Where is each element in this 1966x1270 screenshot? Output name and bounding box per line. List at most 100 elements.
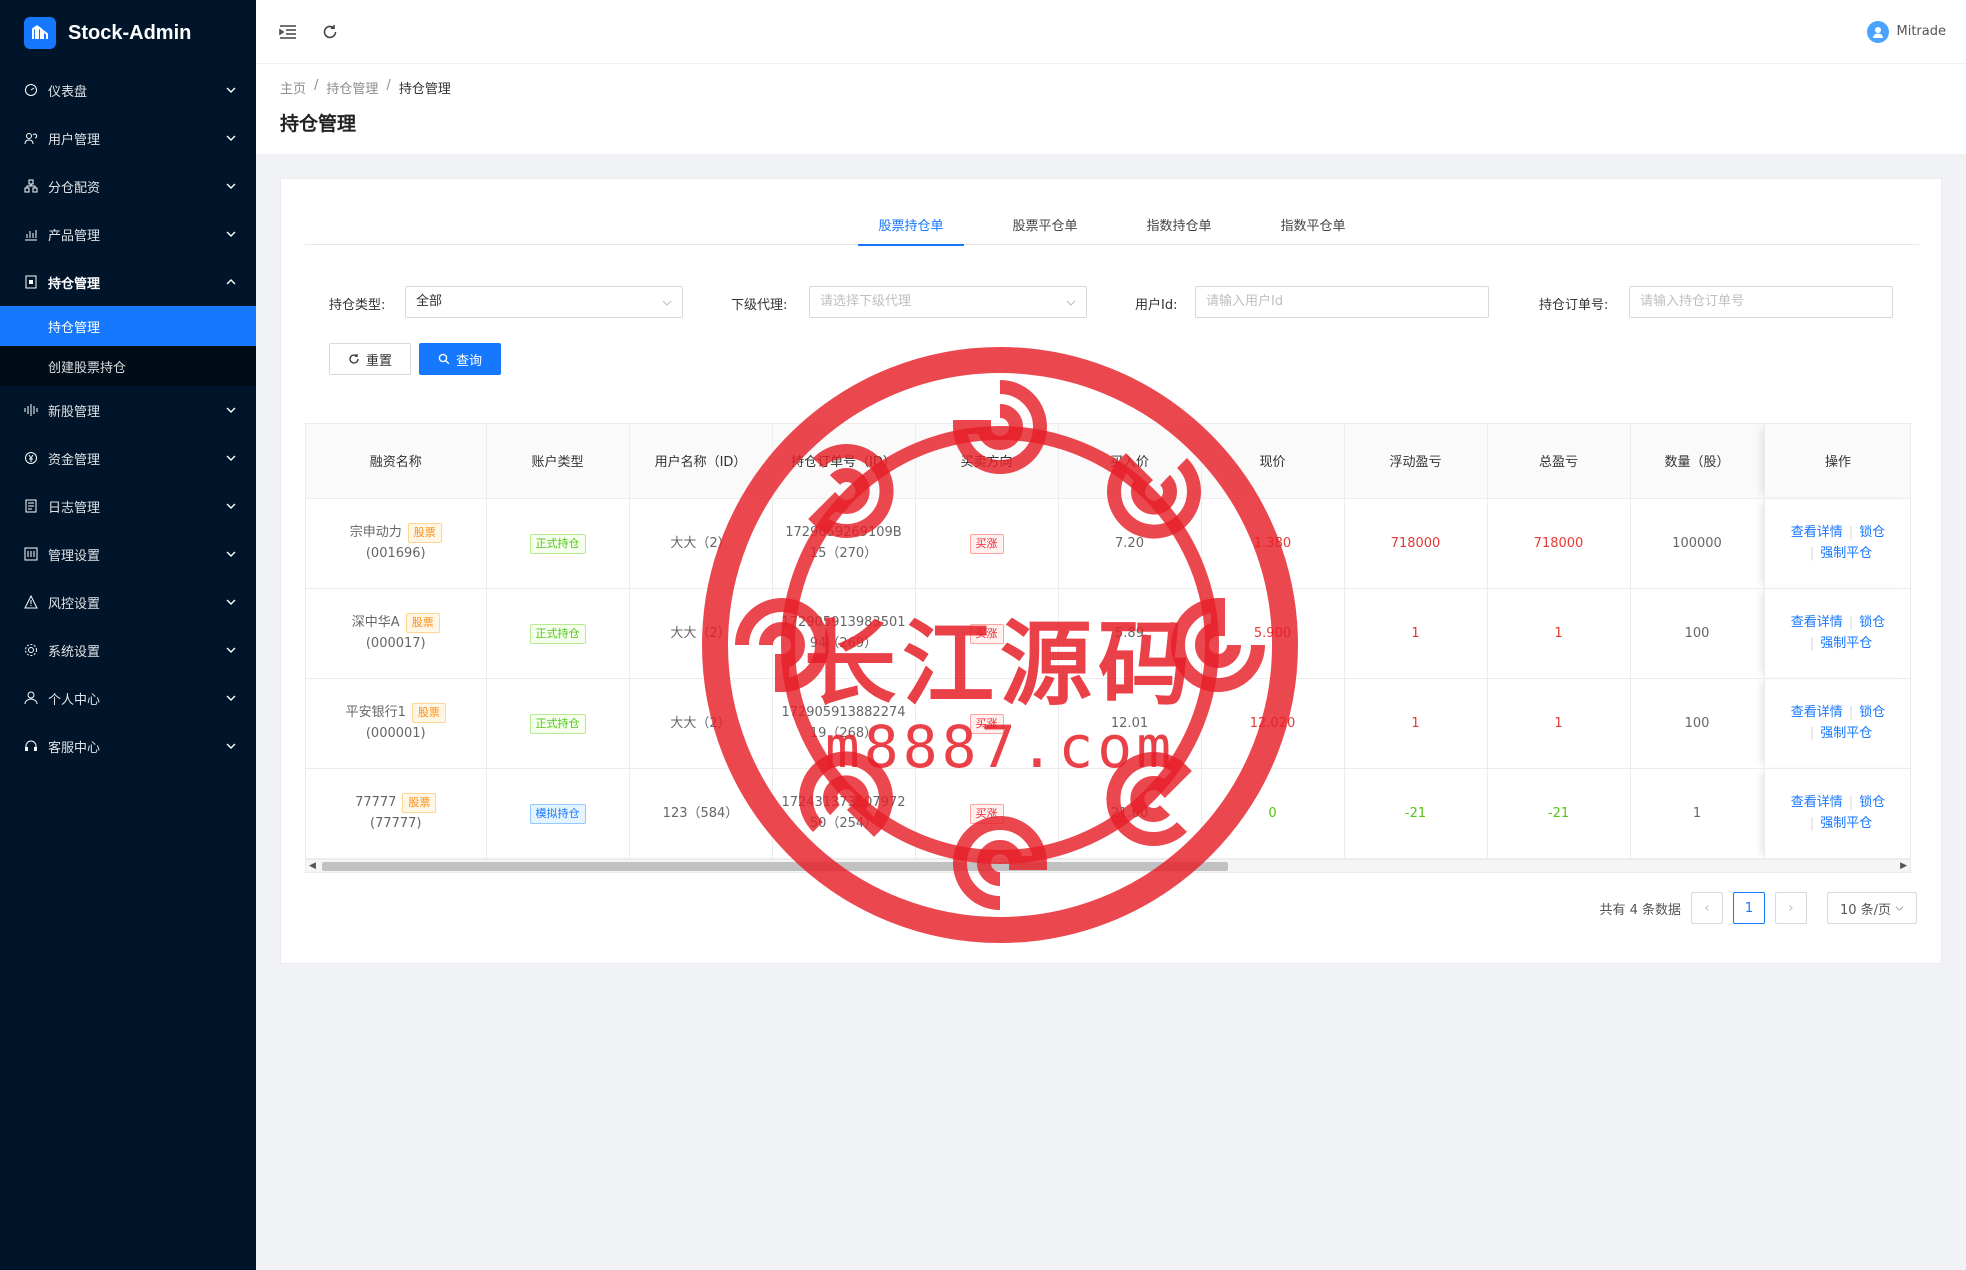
cell-order-no: 172431373507972 50（254） [772, 768, 916, 859]
reset-button[interactable]: 重置 [329, 343, 411, 375]
action-separator: | [1848, 795, 1854, 810]
pagination: 共有 4 条数据 ‹ 1 › 10 条/页 [1599, 891, 1917, 925]
agent-label: 下级代理: [731, 298, 788, 313]
force-close-link[interactable]: 强制平仓 [1820, 726, 1872, 741]
submenu-item[interactable]: 创建股票持仓 [0, 346, 256, 386]
cell-current-price: 5.900 [1201, 588, 1345, 679]
menu-fold-icon[interactable] [276, 20, 300, 44]
chevron-down-icon [226, 453, 236, 463]
horizontal-scrollbar[interactable]: ◀ ▶ [305, 859, 1911, 873]
lock-position-link[interactable]: 锁仓 [1859, 795, 1885, 810]
user-group-icon [24, 131, 38, 145]
sidebar-item-log[interactable]: 日志管理 [0, 482, 256, 530]
cell-name: 平安银行1 股票 (000001) [306, 678, 487, 769]
logo[interactable]: Stock-Admin [0, 0, 256, 66]
stock-name: 77777 [355, 795, 397, 810]
reset-button-label: 重置 [365, 353, 392, 369]
query-button[interactable]: 查询 [419, 343, 501, 375]
scroll-right-icon[interactable]: ▶ [1900, 861, 1907, 871]
gear-icon [24, 643, 38, 657]
sidebar-item-person[interactable]: 个人中心 [0, 674, 256, 722]
stock-name: 宗申动力 [349, 525, 402, 540]
sidebar-item-user-group[interactable]: 用户管理 [0, 114, 256, 162]
cell-account-type: 正式持仓 [486, 498, 630, 589]
dashboard-icon [24, 83, 38, 97]
order-no-line2: 15（270） [809, 546, 878, 561]
view-detail-link[interactable]: 查看详情 [1791, 705, 1843, 720]
cell-name: 宗申动力 股票 (001696) [306, 498, 487, 589]
column-header: 数量（股） [1630, 424, 1765, 499]
cell-buy-price: 7.20 [1058, 498, 1202, 589]
breadcrumb-level1[interactable]: 持仓管理 [326, 78, 378, 97]
lock-position-link[interactable]: 锁仓 [1859, 705, 1885, 720]
sidebar-item-bar-chart[interactable]: 产品管理 [0, 210, 256, 258]
force-close-link[interactable]: 强制平仓 [1820, 816, 1872, 831]
reset-icon [349, 354, 359, 364]
cell-user: 123（584） [629, 768, 773, 859]
sidebar-item-warning[interactable]: 风控设置 [0, 578, 256, 626]
positions-table: 融资名称 账户类型 用户名称（ID） 持仓订单号（ID） 买卖方向 买入价 现价 浮动盈亏 总盈… [305, 423, 1911, 873]
sidebar-item-label: 个人中心 [48, 692, 101, 708]
action-separator: | [1809, 636, 1815, 651]
page-size-value: 10 条/页 [1839, 902, 1892, 918]
agent-select[interactable]: 请选择下级代理 [809, 286, 1087, 318]
breadcrumb-home[interactable]: 主页 [280, 78, 306, 97]
chevron-down-icon [1066, 300, 1076, 306]
table-body: 宗申动力 股票 (001696) 正式持仓 大大（2） 1729059269109B 15（… [306, 498, 1910, 859]
column-header: 现价 [1201, 424, 1345, 499]
tab-index-positions[interactable]: 指数持仓单 [1112, 209, 1246, 245]
cell-actions: 查看详情 | 锁仓 | 强制平仓 [1764, 588, 1910, 679]
next-page-button[interactable]: › [1775, 892, 1807, 924]
position-type-select[interactable]: 全部 [405, 286, 683, 318]
tab-stock-closed[interactable]: 股票平仓单 [978, 209, 1112, 245]
column-header: 融资名称 [306, 424, 487, 499]
page-size-select[interactable]: 10 条/页 [1827, 892, 1917, 924]
submenu-item[interactable]: 持仓管理 [0, 306, 256, 346]
order-no-line1: 1729059269109B [785, 525, 902, 540]
sidebar-item-money[interactable]: 资金管理 [0, 434, 256, 482]
sidebar-item-sound[interactable]: 新股管理 [0, 386, 256, 434]
sidebar-item-cluster[interactable]: 分仓配资 [0, 162, 256, 210]
bar-chart-icon [24, 227, 38, 241]
sidebar-item-label: 产品管理 [48, 228, 101, 244]
tab-index-closed[interactable]: 指数平仓单 [1246, 209, 1380, 245]
sidebar-item-headset[interactable]: 客服中心 [0, 722, 256, 770]
position-type-value: 全部 [416, 294, 443, 309]
chevron-down-icon [226, 229, 236, 239]
page-title: 持仓管理 [280, 113, 357, 135]
chevron-down-icon [226, 597, 236, 607]
prev-page-button[interactable]: ‹ [1691, 892, 1723, 924]
sidebar-item-position[interactable]: 持仓管理 [0, 258, 256, 306]
user-menu[interactable]: Mitrade [1866, 20, 1946, 43]
action-separator: | [1809, 546, 1815, 561]
sidebar-item-label: 新股管理 [48, 404, 101, 420]
cell-current-price: 0 [1201, 768, 1345, 859]
position-type-label: 持仓类型: [329, 298, 386, 313]
order-no-input[interactable]: 请输入持仓订单号 [1629, 286, 1893, 318]
position-icon [24, 275, 38, 289]
sidebar-item-gear[interactable]: 系统设置 [0, 626, 256, 674]
action-separator: | [1809, 816, 1815, 831]
stock-tag: 股票 [411, 703, 446, 723]
force-close-link[interactable]: 强制平仓 [1820, 546, 1872, 561]
order-no-line2: 19（268） [809, 726, 878, 741]
lock-position-link[interactable]: 锁仓 [1859, 525, 1885, 540]
sidebar-item-settings-panel[interactable]: 管理设置 [0, 530, 256, 578]
scroll-left-icon[interactable]: ◀ [309, 861, 316, 871]
chevron-up-icon [226, 277, 236, 287]
force-close-link[interactable]: 强制平仓 [1820, 636, 1872, 651]
order-no-label: 持仓订单号: [1539, 298, 1609, 313]
lock-position-link[interactable]: 锁仓 [1859, 615, 1885, 630]
action-separator: | [1848, 525, 1854, 540]
sidebar-item-label: 风控设置 [48, 596, 101, 612]
refresh-icon[interactable] [318, 20, 342, 44]
user-id-input[interactable]: 请输入用户Id [1195, 286, 1489, 318]
order-no-line1: 172431373507972 [781, 795, 906, 810]
view-detail-link[interactable]: 查看详情 [1791, 525, 1843, 540]
view-detail-link[interactable]: 查看详情 [1791, 795, 1843, 810]
tab-stock-positions[interactable]: 股票持仓单 [844, 209, 978, 246]
scrollbar-thumb[interactable] [322, 862, 1228, 871]
sidebar-item-dashboard[interactable]: 仪表盘 [0, 66, 256, 114]
page-number-button[interactable]: 1 [1733, 892, 1765, 924]
view-detail-link[interactable]: 查看详情 [1791, 615, 1843, 630]
